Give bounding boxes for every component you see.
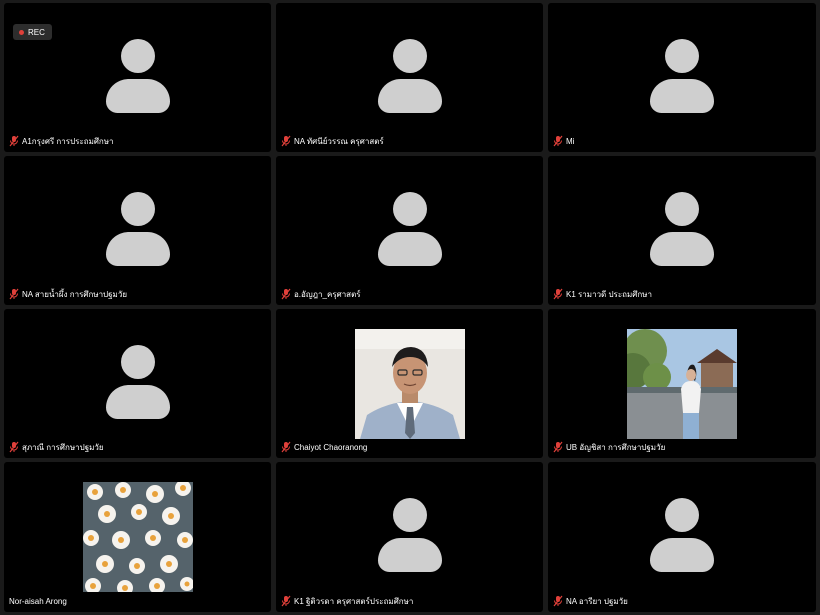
- participant-tile[interactable]: REC A1กรุงศรี การประถมศึกษา: [4, 3, 271, 152]
- recording-indicator: REC: [13, 24, 52, 40]
- avatar-placeholder-icon: [650, 39, 714, 115]
- participant-name: สุภาณี การศึกษาปฐมวัย: [22, 442, 104, 452]
- participant-name-bar: NA สายน้ำผึ้ง การศึกษาปฐมวัย: [9, 287, 127, 301]
- participant-name-bar: A1กรุงศรี การประถมศึกษา: [9, 134, 114, 148]
- participant-name-bar: Chaiyot Chaoranong: [281, 440, 367, 454]
- mic-muted-icon: [553, 135, 563, 147]
- participant-name-bar: สุภาณี การศึกษาปฐมวัย: [9, 440, 104, 454]
- participant-photo: [82, 482, 193, 592]
- mic-muted-icon: [281, 288, 291, 300]
- mic-muted-icon: [553, 288, 563, 300]
- participant-name: NA สายน้ำผึ้ง การศึกษาปฐมวัย: [22, 289, 127, 299]
- participant-name-bar: NA อารียา ปฐมวัย: [553, 594, 628, 608]
- participant-name-bar: UB อัญชิสา การศึกษาปฐมวัย: [553, 440, 665, 454]
- participant-name-bar: K1 ฐิติวรดา ครุศาสตร์ประถมศึกษา: [281, 594, 413, 608]
- participant-tile[interactable]: K1 รามาวดี ประถมศึกษา: [548, 156, 816, 305]
- participant-name: Mi: [566, 136, 575, 146]
- participant-tile[interactable]: Chaiyot Chaoranong: [276, 309, 543, 458]
- participant-name: Nor-aisah Arong: [9, 596, 67, 606]
- mic-muted-icon: [9, 441, 19, 453]
- mic-muted-icon: [553, 595, 563, 607]
- avatar-placeholder-icon: [377, 192, 442, 268]
- participant-name: NA ทัศนีย์วรรณ ครุศาสตร์: [294, 136, 384, 146]
- participant-name-bar: K1 รามาวดี ประถมศึกษา: [553, 287, 652, 301]
- participant-tile[interactable]: NA อารียา ปฐมวัย: [548, 462, 816, 612]
- participant-name: UB อัญชิสา การศึกษาปฐมวัย: [566, 442, 666, 452]
- mic-muted-icon: [9, 288, 19, 300]
- participant-tile[interactable]: NA ทัศนีย์วรรณ ครุศาสตร์: [276, 3, 543, 152]
- avatar-placeholder-icon: [650, 498, 714, 574]
- avatar-placeholder-icon: [377, 498, 442, 574]
- participant-name: K1 ฐิติวรดา ครุศาสตร์ประถมศึกษา: [294, 596, 414, 606]
- participant-name: K1 รามาวดี ประถมศึกษา: [566, 289, 652, 299]
- avatar-placeholder-icon: [105, 39, 170, 115]
- participant-name-bar: NA ทัศนีย์วรรณ ครุศาสตร์: [281, 134, 384, 148]
- participant-tile[interactable]: NA สายน้ำผึ้ง การศึกษาปฐมวัย: [4, 156, 271, 305]
- avatar-placeholder-icon: [377, 39, 442, 115]
- participant-name: A1กรุงศรี การประถมศึกษา: [22, 136, 114, 146]
- participant-name: Chaiyot Chaoranong: [294, 442, 368, 452]
- mic-muted-icon: [9, 135, 19, 147]
- recording-label: REC: [28, 27, 45, 37]
- participant-name: อ.อัญฎา_ครุศาสตร์: [294, 289, 361, 299]
- mic-muted-icon: [553, 441, 563, 453]
- participant-name-bar: อ.อัญฎา_ครุศาสตร์: [281, 287, 361, 301]
- participant-name-bar: Nor-aisah Arong: [9, 594, 67, 608]
- participant-photo: [354, 329, 465, 439]
- participant-tile[interactable]: UB อัญชิสา การศึกษาปฐมวัย: [548, 309, 816, 458]
- avatar-placeholder-icon: [105, 192, 170, 268]
- participant-photo: [627, 329, 737, 439]
- avatar-placeholder-icon: [650, 192, 714, 268]
- mic-muted-icon: [281, 441, 291, 453]
- mic-muted-icon: [281, 595, 291, 607]
- participant-tile[interactable]: Nor-aisah Arong: [4, 462, 271, 612]
- avatar-placeholder-icon: [105, 345, 170, 421]
- participant-name-bar: Mi: [553, 134, 574, 148]
- video-grid: REC A1กรุงศรี การประถมศึกษา NA ทัศนีย์วร…: [0, 0, 820, 615]
- participant-tile[interactable]: Mi: [548, 3, 816, 152]
- mic-muted-icon: [281, 135, 291, 147]
- record-dot-icon: [19, 29, 24, 35]
- participant-tile[interactable]: อ.อัญฎา_ครุศาสตร์: [276, 156, 543, 305]
- participant-tile[interactable]: K1 ฐิติวรดา ครุศาสตร์ประถมศึกษา: [276, 462, 543, 612]
- participant-name: NA อารียา ปฐมวัย: [566, 596, 628, 606]
- participant-tile[interactable]: สุภาณี การศึกษาปฐมวัย: [4, 309, 271, 458]
